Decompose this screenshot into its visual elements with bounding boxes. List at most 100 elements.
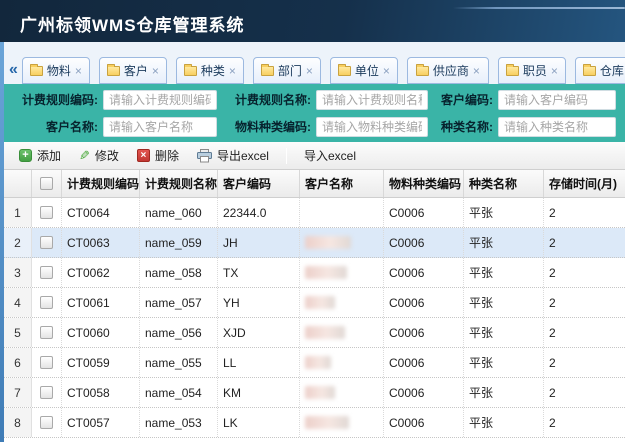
row-number: 5 [4,318,32,347]
row-checkbox[interactable] [40,416,53,429]
cell-type-name: 平张 [464,318,544,347]
cell-billing-name: name_058 [140,258,218,287]
table-row[interactable]: 6CT0059name_055LLC0006平张2 [4,348,625,378]
redacted-text [305,326,345,339]
row-checkbox[interactable] [40,356,53,369]
filter-input-type-code[interactable] [316,117,428,137]
row-number: 8 [4,408,32,437]
column-header-customer-code[interactable]: 客户编码 [218,170,300,197]
tab-warehouse[interactable]: 仓库× [575,57,625,84]
cell-storage-months: 2 [544,348,625,377]
column-header-storage-months[interactable]: 存储时间(月) [544,170,625,197]
cell-customer-name [300,198,384,227]
filter-input-customer-code[interactable] [498,90,616,110]
add-icon: + [19,149,32,162]
tab-label: 客户 [124,62,148,79]
filter-input-customer-name[interactable] [103,117,217,137]
cell-customer-code: LL [218,348,300,377]
cell-type-name: 平张 [464,348,544,377]
cell-storage-months: 2 [544,408,625,437]
cell-storage-months: 2 [544,198,625,227]
row-checkbox[interactable] [40,386,53,399]
tab-category[interactable]: 种类 × [176,57,244,84]
cell-customer-name [300,348,384,377]
tab-unit[interactable]: 单位× [330,57,398,84]
filter-input-type-name[interactable] [498,117,616,137]
tab-close-icon[interactable]: × [383,65,390,77]
row-checkbox[interactable] [40,266,53,279]
tab-bar: « 物料×客户×种类×部门×单位×供应商×职员×仓库× [4,42,625,84]
table-row[interactable]: 3CT0062name_058TXC0006平张2 [4,258,625,288]
cell-type-code: C0006 [384,408,464,437]
tab-supplier[interactable]: 供应商× [407,57,489,84]
tab-customer[interactable]: 客户 × [99,57,167,84]
row-number: 1 [4,198,32,227]
collapse-tabs-icon[interactable]: « [7,62,22,84]
export-excel-button[interactable]: 导出excel [188,144,278,167]
column-header-billing-code[interactable]: 计费规则编码 [62,170,140,197]
table-row[interactable]: 7CT0058name_054KMC0006平张2 [4,378,625,408]
tab-department[interactable]: 部门× [253,57,321,84]
redacted-text [305,356,331,369]
select-all-cell [32,170,62,197]
row-checkbox-cell [32,318,62,347]
table-row[interactable]: 8CT0057name_053LKC0006平张2 [4,408,625,438]
import-excel-button[interactable]: 导入excel [295,144,365,167]
tab-close-icon[interactable]: × [551,65,558,77]
table-row[interactable]: 1CT0064name_06022344.0C0006平张2 [4,198,625,228]
cell-customer-name [300,258,384,287]
column-header-type-name[interactable]: 种类名称 [464,170,544,197]
tab-close-icon[interactable]: × [306,65,313,77]
printer-icon [197,149,212,163]
cell-billing-name: name_060 [140,198,218,227]
cell-storage-months: 2 [544,288,625,317]
toolbar-separator [286,148,287,164]
delete-button[interactable]: × 删除 [128,144,188,167]
row-number: 4 [4,288,32,317]
cell-billing-code: CT0059 [62,348,140,377]
row-checkbox[interactable] [40,236,53,249]
row-number: 2 [4,228,32,257]
row-checkbox[interactable] [40,206,53,219]
table-row[interactable]: 4CT0061name_057YHC0006平张2 [4,288,625,318]
cell-billing-code: CT0060 [62,318,140,347]
cell-storage-months: 2 [544,318,625,347]
tab-close-icon[interactable]: × [229,65,236,77]
grid-header: 计费规则编码计费规则名称客户编码客户名称物料种类编码种类名称存储时间(月) [4,170,625,198]
table-row[interactable]: 2CT0063name_059JHC0006平张2 [4,228,625,258]
tab-close-icon[interactable]: × [473,65,480,77]
table-row[interactable]: 5CT0060name_056XJDC0006平张2 [4,318,625,348]
select-all-checkbox[interactable] [40,177,53,190]
tab-material[interactable]: 物料× [22,57,90,84]
add-button[interactable]: + 添加 [10,144,70,167]
redacted-text [305,386,335,399]
row-checkbox-cell [32,348,62,377]
filter-input-billing-code[interactable] [103,90,217,110]
cell-customer-name [300,228,384,257]
tab-close-icon[interactable]: × [152,65,159,77]
tab-bar-tabs: 物料×客户×种类×部门×单位×供应商×职员×仓库× [22,57,625,84]
row-checkbox-cell [32,258,62,287]
filter-input-billing-name[interactable] [316,90,428,110]
column-header-billing-name[interactable]: 计费规则名称 [140,170,218,197]
tab-staff[interactable]: 职员× [498,57,566,84]
cell-customer-code: XJD [218,318,300,347]
cell-storage-months: 2 [544,378,625,407]
column-header-customer-name[interactable]: 客户名称 [300,170,384,197]
cell-billing-code: CT0057 [62,408,140,437]
row-checkbox[interactable] [40,296,53,309]
tab-close-icon[interactable]: × [75,65,82,77]
column-header-type-code[interactable]: 物料种类编码 [384,170,464,197]
row-checkbox[interactable] [40,326,53,339]
row-checkbox-cell [32,408,62,437]
cell-billing-name: name_055 [140,348,218,377]
row-checkbox-cell [32,198,62,227]
grid-body: 1CT0064name_06022344.0C0006平张22CT0063nam… [4,198,625,442]
row-number: 3 [4,258,32,287]
redacted-text [305,236,351,249]
delete-button-label: 删除 [155,147,179,164]
edit-button[interactable]: ✎ 修改 [70,144,128,167]
filter-label-type-code: 物料种类编码: [224,118,316,135]
cell-customer-name [300,408,384,437]
tab-label: 种类 [201,62,225,79]
